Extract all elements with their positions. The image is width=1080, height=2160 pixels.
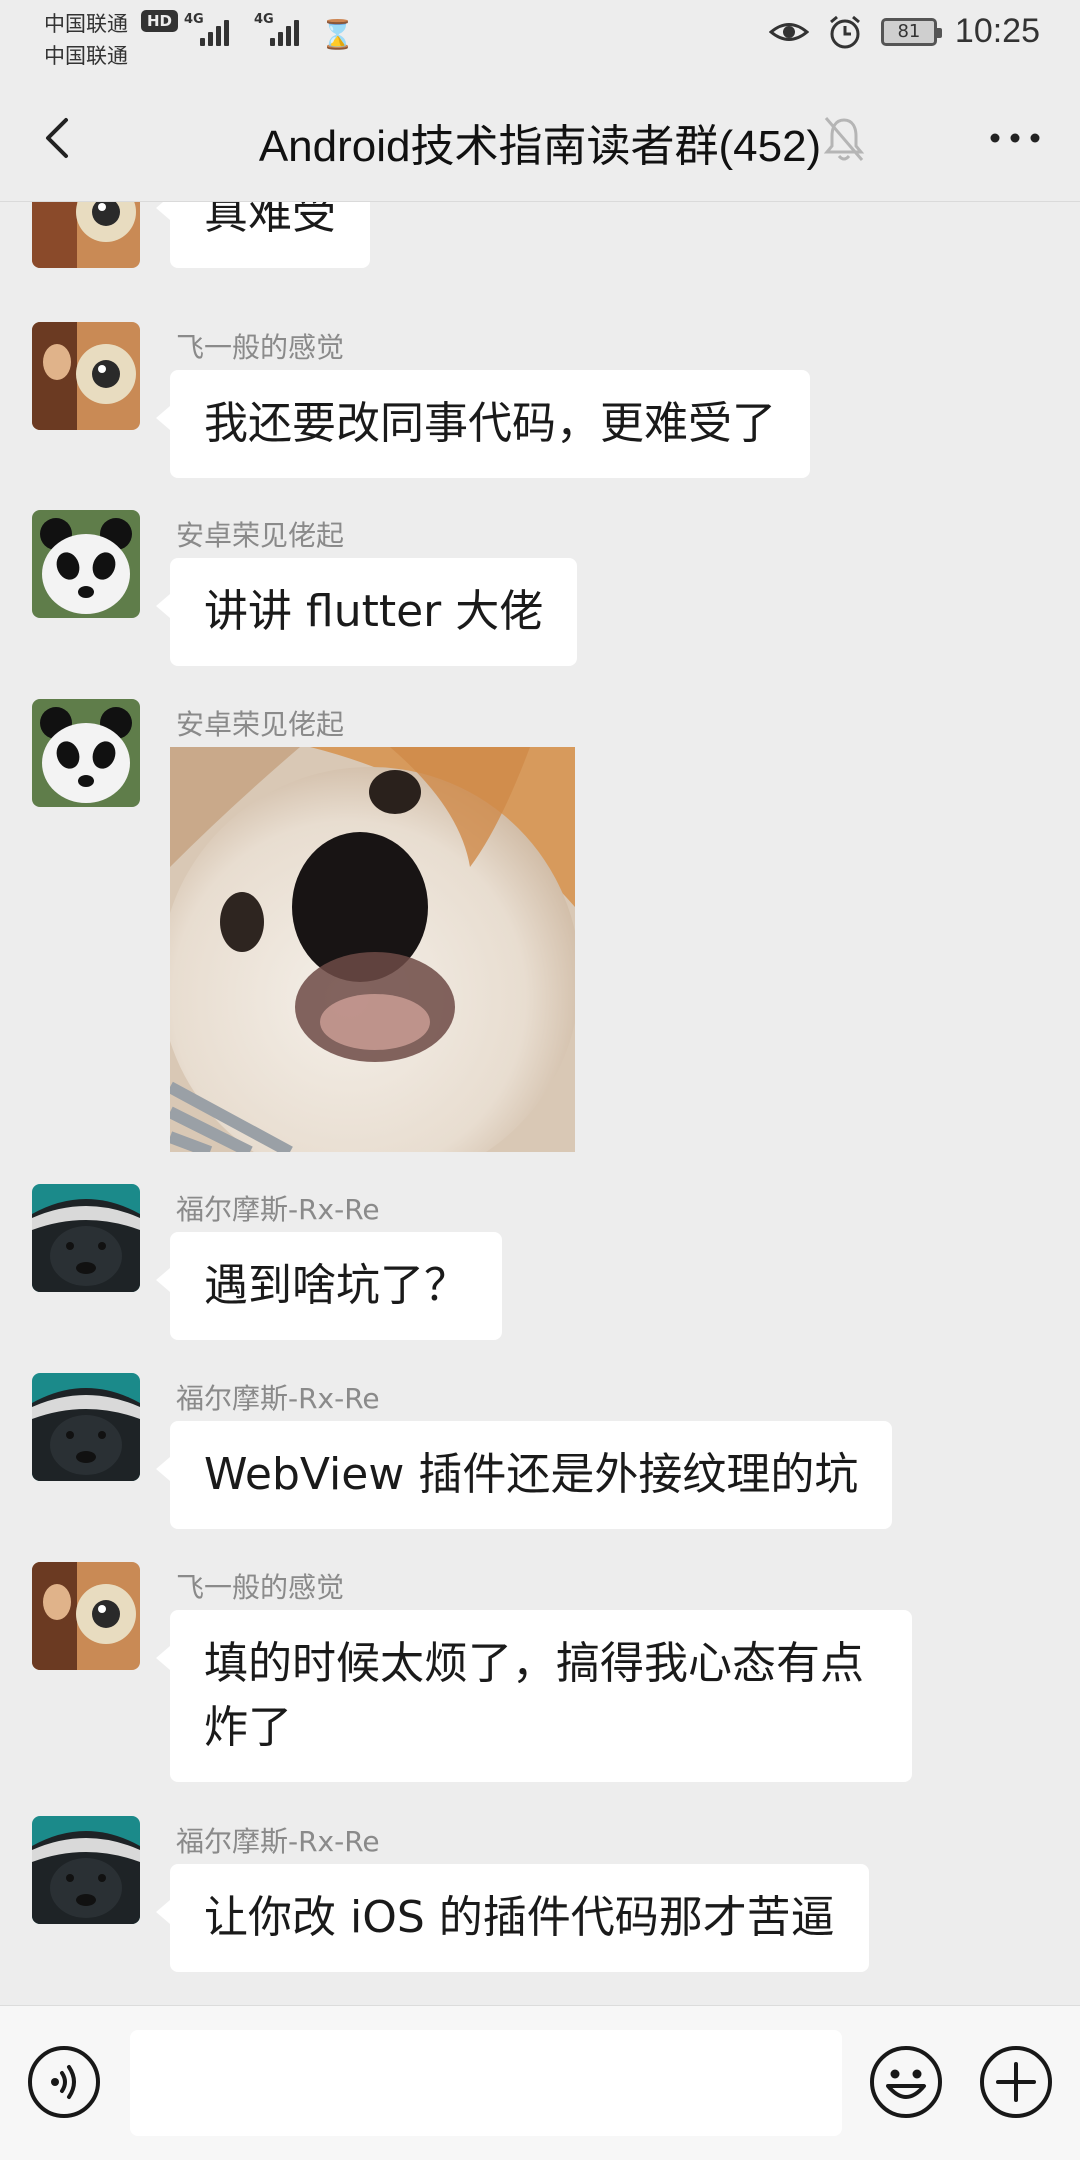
emoji-button[interactable] — [868, 2044, 944, 2120]
emoji-icon — [870, 2046, 942, 2118]
more-functions-button[interactable] — [978, 2044, 1054, 2120]
sender-name: 安卓荣见佬起 — [176, 708, 345, 741]
eye-icon — [768, 22, 809, 41]
message-text: 讲讲 flutter 大佬 — [204, 586, 544, 637]
more-icon — [990, 133, 1040, 143]
carrier-2: 中国联通 — [44, 44, 128, 68]
message-text-line2: 炸了 — [204, 1702, 292, 1753]
voice-icon — [28, 2046, 100, 2118]
status-bar: 中国联通 中国联通 HD 4G 4G ⌛ 81 10:25 — [0, 0, 1080, 72]
puppy-photo[interactable] — [170, 747, 575, 1152]
sender-name: 飞一般的感觉 — [176, 331, 345, 364]
plus-icon — [980, 2046, 1052, 2118]
sender-name: 福尔摩斯-Rx-Re — [176, 1193, 380, 1226]
message-text: 真难受 — [204, 202, 336, 239]
sender-name: 安卓荣见佬起 — [176, 519, 345, 552]
message-bubble[interactable]: 讲讲 flutter 大佬 — [155, 558, 578, 666]
message-text: WebView 插件还是外接纹理的坑 — [204, 1449, 859, 1500]
avatar-honey-badger[interactable] — [32, 1373, 140, 1481]
message-input[interactable] — [130, 2030, 842, 2136]
clock: 10:25 — [954, 12, 1040, 50]
sender-name: 福尔摩斯-Rx-Re — [176, 1825, 380, 1858]
signal-icon-2: 4G — [254, 12, 299, 46]
alarm-icon — [829, 15, 860, 48]
sender-name: 飞一般的感觉 — [176, 1571, 345, 1604]
message-text: 让你改 iOS 的插件代码那才苦逼 — [204, 1892, 835, 1943]
message-text: 遇到啥坑了？ — [204, 1260, 468, 1311]
avatar-honey-badger[interactable] — [32, 1816, 140, 1924]
message-list[interactable]: 真难受 飞一般的感觉 我还要改同事代码，更难受了 安卓荣见佬起 讲讲 flutt… — [0, 202, 1080, 2005]
carrier-1: 中国联通 — [44, 12, 128, 36]
message-bubble[interactable]: 遇到啥坑了？ — [156, 1232, 502, 1340]
message-bubble[interactable]: WebView 插件还是外接纹理的坑 — [155, 1421, 893, 1529]
avatar-feiyiban[interactable] — [32, 202, 140, 268]
message-bubble[interactable]: 真难受 — [156, 202, 370, 268]
avatar-feiyiban[interactable] — [32, 322, 140, 430]
input-bar — [0, 2005, 1080, 2160]
hourglass-icon: ⌛ — [320, 18, 355, 51]
sender-name: 福尔摩斯-Rx-Re — [176, 1382, 380, 1415]
avatar-panda[interactable] — [32, 510, 140, 618]
signal-icon: 4G — [184, 12, 229, 46]
avatar-feiyiban[interactable] — [32, 1562, 140, 1670]
hd-badge: HD — [141, 10, 179, 32]
message-bubble[interactable]: 我还要改同事代码，更难受了 — [156, 370, 810, 478]
message-bubble[interactable]: 填的时候太烦了，搞得我心态有点 炸了 — [156, 1610, 912, 1782]
message-text-line1: 填的时候太烦了，搞得我心态有点 — [204, 1638, 864, 1689]
message-bubble[interactable]: 让你改 iOS 的插件代码那才苦逼 — [156, 1864, 869, 1972]
chat-title: Android技术指南读者群(452) — [258, 122, 822, 171]
message-text: 我还要改同事代码，更难受了 — [204, 398, 776, 449]
mute-bell-icon — [823, 117, 865, 161]
avatar-honey-badger[interactable] — [32, 1184, 140, 1292]
battery-indicator: 81 — [880, 17, 942, 46]
avatar-panda[interactable] — [32, 699, 140, 807]
chat-header: Android技术指南读者群(452) — [0, 72, 1080, 202]
more-button[interactable] — [980, 110, 1050, 166]
voice-button[interactable] — [26, 2044, 102, 2120]
